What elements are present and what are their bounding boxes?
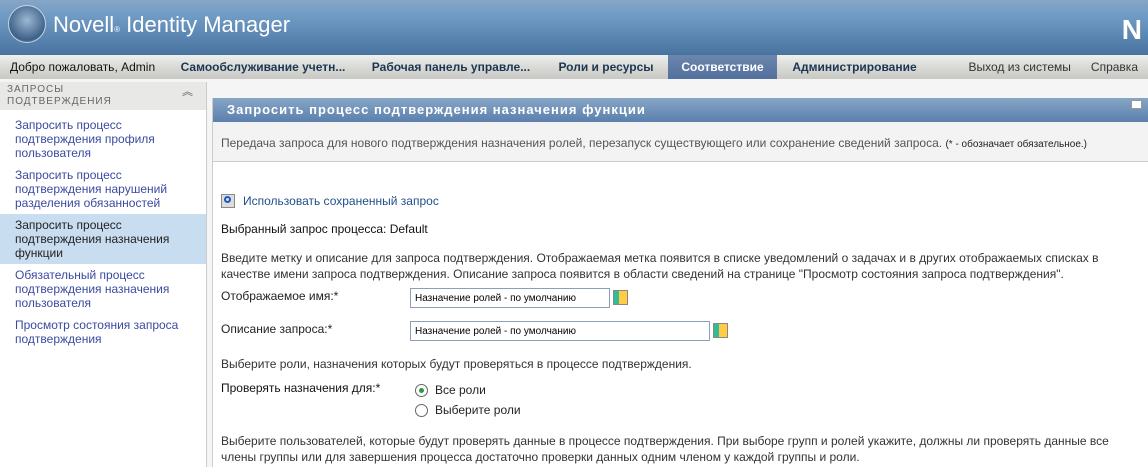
sidebar-item-user-assignment[interactable]: Обязательный процесс подтверждения назна…	[0, 264, 206, 314]
sidebar-item-status[interactable]: Просмотр состояния запроса подтверждения	[0, 314, 206, 350]
search-icon	[221, 194, 235, 208]
radio-all-roles[interactable]	[415, 384, 428, 397]
tab-self-service[interactable]: Самообслуживание учетн...	[168, 55, 358, 79]
sidebar-title: ЗАПРОСЫ ПОДТВЕРЖДЕНИЯ	[7, 84, 112, 107]
welcome-text: Добро пожаловать, Admin	[10, 60, 156, 74]
main-panel: Запросить процесс подтверждения назначен…	[212, 98, 1148, 467]
tab-roles-resources[interactable]: Роли и ресурсы	[544, 55, 668, 79]
novell-n-logo: N	[1121, 14, 1142, 45]
use-saved-request-link[interactable]: Использовать сохраненный запрос	[221, 194, 439, 208]
roles-intro: Выберите роли, назначения которых будут …	[221, 357, 692, 371]
layout-icon[interactable]	[1131, 100, 1142, 109]
sidebar-item-role-assignment[interactable]: Запросить процесс подтверждения назначен…	[0, 214, 206, 264]
page-title: Запросить процесс подтверждения назначен…	[213, 98, 1148, 122]
logout-link[interactable]: Выход из системы	[959, 55, 1081, 79]
page-description: Передача запроса для нового подтверждени…	[213, 122, 1148, 162]
tab-compliance[interactable]: Соответствие	[668, 55, 777, 79]
sidebar-header: ЗАПРОСЫ ПОДТВЕРЖДЕНИЯ ︽	[0, 82, 206, 110]
sidebar-item-sod[interactable]: Запросить процесс подтверждения нарушени…	[0, 164, 206, 214]
sidebar-item-profile[interactable]: Запросить процесс подтверждения профиля …	[0, 110, 206, 164]
radio-all-roles-label[interactable]: Все роли	[435, 383, 486, 397]
help-link[interactable]: Справка	[1081, 55, 1148, 79]
collapse-icon[interactable]: ︽	[182, 86, 194, 98]
users-intro: Выберите пользователей, которые будут пр…	[221, 434, 1109, 464]
radio-select-roles[interactable]	[415, 404, 428, 417]
radio-select-roles-label[interactable]: Выберите роли	[435, 403, 521, 417]
app-title: Novell® Identity Manager	[53, 12, 291, 37]
app-header: Novell® Identity Manager N	[0, 0, 1148, 55]
description-label: Описание запроса:*	[221, 322, 333, 336]
display-name-label: Отображаемое имя:*	[221, 289, 339, 303]
selected-request: Выбранный запрос процесса: Default	[221, 222, 428, 236]
check-for-label: Проверять назначения для:*	[221, 381, 381, 395]
display-name-input[interactable]	[410, 288, 610, 308]
localize-icon[interactable]	[713, 323, 728, 338]
use-saved-request-label[interactable]: Использовать сохраненный запрос	[243, 194, 439, 208]
novell-logo-icon	[8, 5, 46, 43]
tab-administration[interactable]: Администрирование	[777, 55, 932, 79]
main-nav: Добро пожаловать, Admin Самообслуживание…	[0, 55, 1148, 79]
localize-icon[interactable]	[613, 290, 628, 305]
tab-dashboard[interactable]: Рабочая панель управле...	[358, 55, 544, 79]
sidebar: ЗАПРОСЫ ПОДТВЕРЖДЕНИЯ ︽ Запросить процесс…	[0, 82, 207, 467]
intro-text: Введите метку и описание для запроса под…	[221, 251, 1099, 281]
description-input[interactable]	[410, 321, 710, 341]
required-note: (* - обозначает обязательное.)	[945, 139, 1088, 150]
